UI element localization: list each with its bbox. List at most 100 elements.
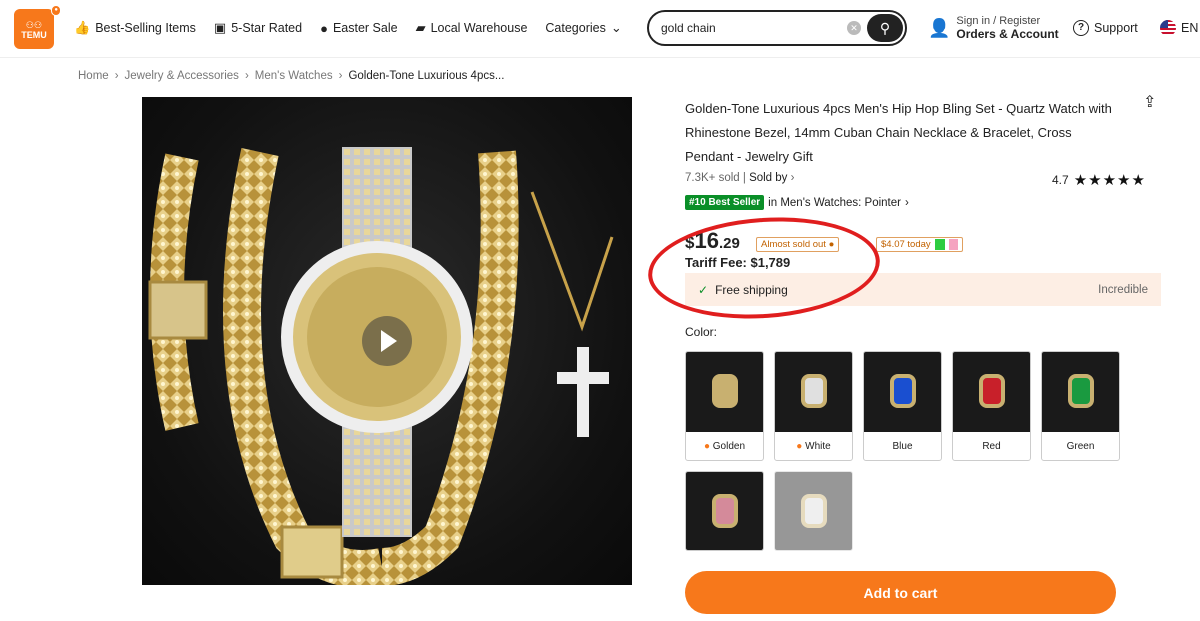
swatch-label: ● White (796, 441, 831, 452)
support-label: Support (1094, 21, 1138, 35)
breadcrumb-home[interactable]: Home (78, 70, 109, 82)
color-swatch-blue[interactable]: Blue (863, 351, 942, 461)
product-main-image[interactable] (142, 97, 632, 585)
best-seller-category: in Men's Watches: Pointer (768, 196, 901, 209)
play-video-icon[interactable] (362, 316, 412, 366)
nav-label: Categories (545, 21, 606, 35)
today-price-text: $4.07 today (881, 239, 931, 250)
pendant-chain (530, 191, 614, 332)
thumbs-up-icon: 👍 (74, 20, 91, 35)
shipping-tag: Incredible (1098, 283, 1148, 296)
hot-icon: ● (703, 441, 713, 452)
price-integer: 16 (694, 228, 719, 253)
bracelet-clasp (148, 280, 208, 340)
nav-label: 5-Star Rated (231, 21, 303, 35)
swatch-thumbnail (864, 352, 941, 432)
product-rating[interactable]: 4.7 ★★★★★ (1052, 171, 1146, 189)
temu-logo[interactable]: ⚇⚇ TEMU ● (14, 5, 61, 49)
language-label: EN (1181, 21, 1199, 35)
free-shipping-text: Free shipping (715, 282, 788, 297)
color-swatch-golden[interactable]: ● Golden (685, 351, 764, 461)
search-button[interactable]: ⚲ (867, 14, 903, 42)
sold-count: 7.3K+ sold (685, 172, 740, 184)
color-label: Color: (685, 325, 718, 339)
us-flag-icon (1160, 20, 1176, 36)
breadcrumb: Home › Jewelry & Accessories › Men's Watch… (78, 70, 504, 82)
truck-icon: ▰ (415, 20, 426, 35)
swatch-label: Green (1066, 441, 1095, 452)
account-orders-text: Orders & Account (956, 27, 1059, 41)
color-swatch-red[interactable]: Red (952, 351, 1031, 461)
color-swatch-white[interactable]: ● White (774, 351, 853, 461)
cross-horizontal (557, 372, 609, 384)
breadcrumb-separator: › (338, 70, 343, 82)
sold-by-label[interactable]: Sold by (749, 172, 787, 184)
hot-icon: ● (796, 441, 806, 452)
promo-tag-pink (948, 239, 959, 250)
search-icon: ⚲ (879, 20, 891, 36)
swatch-thumbnail (1042, 352, 1119, 432)
necklace-clasp (280, 525, 344, 579)
watch-face-shape (801, 374, 827, 408)
nav-label: Best-Selling Items (95, 21, 196, 35)
breadcrumb-mens-watches[interactable]: Men's Watches (255, 70, 333, 82)
watch-face-shape (712, 374, 738, 408)
nav-best-selling[interactable]: 👍 Best-Selling Items (74, 20, 196, 36)
nav-local-warehouse[interactable]: ▰ Local Warehouse (416, 20, 528, 36)
swatch-thumbnail (953, 352, 1030, 432)
color-swatch-extra[interactable] (774, 471, 853, 551)
price-currency: $ (685, 233, 695, 252)
logo-badge: ● (51, 5, 61, 16)
search-box: ✕ ⚲ (647, 10, 907, 46)
watch-face-shape (712, 494, 738, 528)
tariff-fee: Tariff Fee: $1,789 (685, 255, 791, 270)
user-icon: 👤 (928, 17, 951, 38)
help-icon: ? (1073, 20, 1089, 36)
chevron-right-icon: › (790, 172, 795, 184)
best-seller-line[interactable]: #10 Best Seller in Men's Watches: Pointe… (685, 195, 909, 210)
swatch-thumbnail (775, 472, 852, 550)
swatch-label: Red (982, 441, 1001, 452)
account-signin-text: Sign in / Register (956, 15, 1041, 27)
breadcrumb-jewelry[interactable]: Jewelry & Accessories (125, 70, 239, 82)
nav-categories[interactable]: Categories ⌄ (545, 20, 621, 36)
main-nav: 👍 Best-Selling Items ▣ 5-Star Rated ● Ea… (74, 20, 622, 36)
star-box-icon: ▣ (213, 20, 227, 35)
watch-face-shape (1068, 374, 1094, 408)
check-icon: ✓ (698, 282, 709, 297)
swatch-thumbnail (686, 352, 763, 432)
egg-icon: ● (320, 20, 328, 36)
support-link[interactable]: ? Support (1073, 20, 1138, 36)
rating-stars: ★★★★★ (1073, 172, 1146, 189)
rating-value: 4.7 (1052, 173, 1069, 187)
logo-icon: ⚇⚇ (25, 20, 43, 30)
account-menu[interactable]: 👤 Sign in / Register Orders & Account (928, 15, 1059, 41)
sales-meta: 7.3K+ sold | Sold by › (685, 172, 795, 184)
today-price-badge: $4.07 today (876, 237, 964, 252)
search-input[interactable] (661, 19, 841, 37)
breadcrumb-current: Golden-Tone Luxurious 4pcs... (348, 70, 505, 82)
swatch-thumbnail (775, 352, 852, 432)
watch-face-shape (801, 494, 827, 528)
nav-easter-sale[interactable]: ● Easter Sale (320, 21, 397, 36)
color-swatch-extra[interactable] (685, 471, 764, 551)
chevron-right-icon: › (904, 196, 909, 209)
breadcrumb-separator: › (114, 70, 119, 82)
nav-five-star[interactable]: ▣ 5-Star Rated (214, 20, 302, 36)
shipping-bar[interactable]: ✓ Free shipping Incredible (685, 273, 1161, 306)
price-cents: .29 (718, 235, 740, 252)
swatch-label: Blue (892, 441, 913, 452)
swatch-thumbnail (686, 472, 763, 550)
watch-face-shape (979, 374, 1005, 408)
share-icon[interactable]: ⇪ (1143, 92, 1156, 112)
language-selector[interactable]: EN (1160, 20, 1198, 36)
add-to-cart-button[interactable]: Add to cart (685, 571, 1116, 614)
price: $ 16 .29 (685, 228, 740, 254)
promo-tag-green (934, 239, 945, 250)
breadcrumb-separator: › (244, 70, 249, 82)
watch-face-shape (890, 374, 916, 408)
color-swatch-green[interactable]: Green (1041, 351, 1120, 461)
almost-sold-out-text: Almost sold out (761, 239, 826, 250)
clear-search-icon[interactable]: ✕ (847, 21, 861, 35)
almost-sold-out-badge: Almost sold out ● (756, 237, 840, 252)
